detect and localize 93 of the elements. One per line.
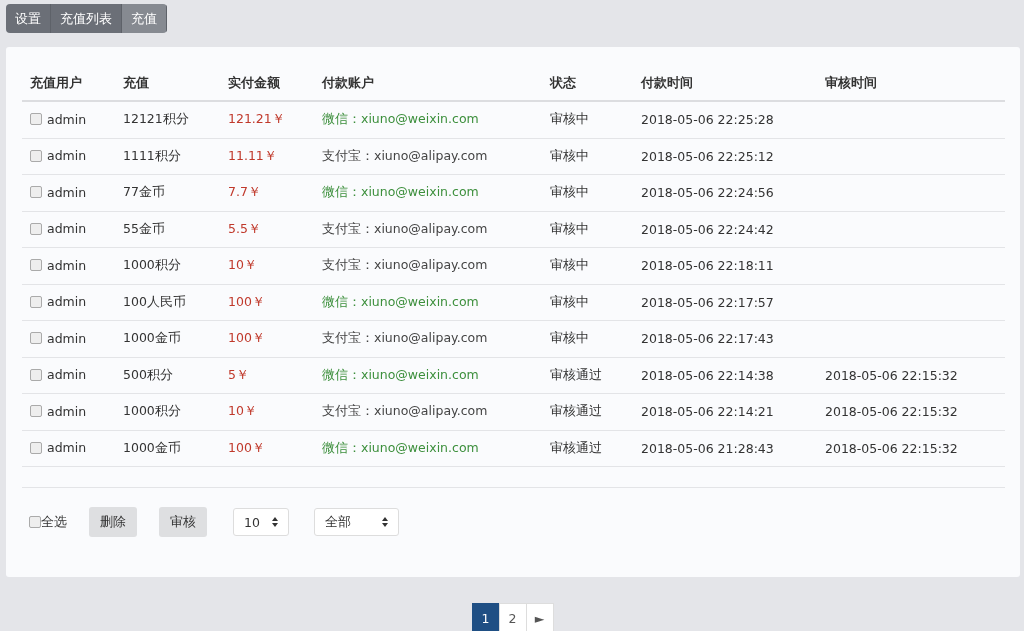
sort-arrows-icon <box>272 517 278 527</box>
table-cell: 2018-05-06 22:18:11 <box>633 247 817 284</box>
checkbox[interactable] <box>30 295 42 308</box>
table-cell: 12121积分 <box>115 101 220 138</box>
checkbox[interactable] <box>30 222 42 235</box>
table-cell: 100￥ <box>220 284 314 321</box>
table-cell: 2018-05-06 22:15:32 <box>825 367 958 383</box>
table-cell: 微信：xiuno@weixin.com <box>314 284 542 321</box>
table-cell: 5￥ <box>220 357 314 394</box>
table-cell: 2018-05-06 22:25:28 <box>633 101 817 138</box>
table-cell: 100￥ <box>220 430 314 467</box>
checkbox[interactable] <box>29 516 41 528</box>
table-cell: 微信：xiuno@weixin.com <box>314 357 542 394</box>
page-button[interactable]: 2 <box>498 603 527 631</box>
table-cell: 审核中 <box>542 211 633 248</box>
column-header: 充值 <box>115 67 220 101</box>
table-cell: 1000积分 <box>115 393 220 430</box>
page-size-select[interactable]: 10 <box>233 508 289 536</box>
table-cell: 55金币 <box>115 211 220 248</box>
table-cell: 微信：xiuno@weixin.com <box>314 174 542 211</box>
table-cell: 100人民币 <box>115 284 220 321</box>
table-cell: 11.11￥ <box>220 138 314 175</box>
table-cell: 审核通过 <box>542 393 633 430</box>
table-cell: 2018-05-06 21:28:43 <box>633 430 817 467</box>
table-cell: 支付宝：xiuno@alipay.com <box>314 138 542 175</box>
user-name: admin <box>47 221 87 236</box>
table-cell: 10￥ <box>220 393 314 430</box>
table-cell: 2018-05-06 22:15:32 <box>825 404 958 420</box>
checkbox[interactable] <box>30 332 42 344</box>
checkbox[interactable] <box>30 149 42 162</box>
table-cell: 支付宝：xiuno@alipay.com <box>314 393 542 430</box>
table-cell: 121.21￥ <box>220 101 314 138</box>
tab[interactable]: 充值列表 <box>51 4 122 33</box>
table-cell: 2018-05-06 22:17:43 <box>633 320 817 357</box>
checkbox[interactable] <box>30 368 42 381</box>
table-cell: 2018-05-06 22:24:56 <box>633 174 817 211</box>
user-name: admin <box>47 403 87 419</box>
user-name: admin <box>47 440 87 455</box>
action-button[interactable]: 删除 <box>89 507 137 537</box>
table-cell: 审核通过 <box>542 430 633 467</box>
table-cell: 77金币 <box>115 174 220 211</box>
table-cell: 10￥ <box>220 247 314 284</box>
column-header: 审核时间 <box>817 67 1005 101</box>
table-cell: 支付宝：xiuno@alipay.com <box>314 247 542 284</box>
table-cell: 1000金币 <box>115 430 220 467</box>
table-cell: 2018-05-06 22:25:12 <box>633 138 817 175</box>
tab[interactable]: 设置 <box>6 4 51 33</box>
column-header: 付款时间 <box>633 67 817 101</box>
table-cell: 1000金币 <box>115 320 220 357</box>
user-name: admin <box>47 294 87 309</box>
table-cell: 5.5￥ <box>220 211 314 248</box>
table-cell: 审核中 <box>542 174 633 211</box>
filter-select[interactable]: 全部 <box>314 508 399 536</box>
user-name: admin <box>47 257 87 273</box>
table-cell: 审核中 <box>542 247 633 284</box>
table-cell: 1000积分 <box>115 247 220 284</box>
column-header: 实付金额 <box>220 67 314 101</box>
table-cell: 2018-05-06 22:24:42 <box>633 211 817 248</box>
table-cell: 2018-05-06 22:15:32 <box>825 440 958 456</box>
page-button[interactable]: 1 <box>471 603 500 631</box>
table-cell: 7.7￥ <box>220 174 314 211</box>
table-cell: 审核通过 <box>542 357 633 394</box>
column-header: 付款账户 <box>314 67 542 101</box>
user-name: admin <box>47 367 87 382</box>
table-cell: 2018-05-06 22:14:38 <box>633 357 817 394</box>
table-cell: 2018-05-06 22:17:57 <box>633 284 817 321</box>
page-button[interactable]: ► <box>525 603 554 631</box>
table-cell: 1111积分 <box>115 138 220 175</box>
checkbox[interactable] <box>30 259 42 271</box>
sort-arrows-icon <box>382 517 388 527</box>
table-cell: 支付宝：xiuno@alipay.com <box>314 211 542 248</box>
checkbox-label: 全选 <box>41 513 67 531</box>
user-name: admin <box>47 184 87 200</box>
table-cell: 500积分 <box>115 357 220 394</box>
table-cell: 2018-05-06 22:14:21 <box>633 393 817 430</box>
column-header: 状态 <box>542 67 633 101</box>
user-name: admin <box>47 148 87 163</box>
table-cell: 100￥ <box>220 320 314 357</box>
table-cell: 审核中 <box>542 138 633 175</box>
column-header: 充值用户 <box>22 67 115 101</box>
action-button[interactable]: 审核 <box>159 507 207 537</box>
table-cell: 审核中 <box>542 320 633 357</box>
user-name: admin <box>47 111 87 127</box>
table-cell: 审核中 <box>542 284 633 321</box>
checkbox[interactable] <box>30 113 42 125</box>
checkbox[interactable] <box>30 441 42 454</box>
table-cell: 微信：xiuno@weixin.com <box>314 430 542 467</box>
user-name: admin <box>47 330 87 346</box>
checkbox[interactable] <box>30 186 42 198</box>
checkbox[interactable] <box>30 405 42 417</box>
table-cell: 支付宝：xiuno@alipay.com <box>314 320 542 357</box>
table-cell: 审核中 <box>542 101 633 138</box>
table-cell: 微信：xiuno@weixin.com <box>314 101 542 138</box>
